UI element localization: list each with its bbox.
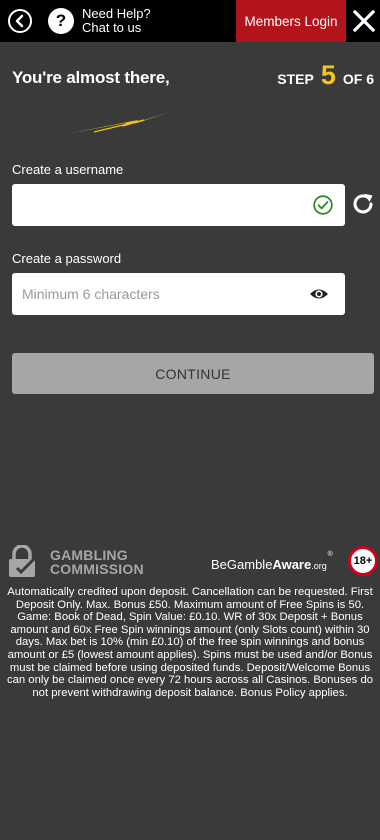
bga-org: .org: [311, 561, 327, 571]
top-bar: ? Need Help? Chat to us Members Login: [0, 0, 380, 42]
step-indicator: STEP 5 OF 6: [277, 60, 374, 91]
bga-part-3: Aware: [272, 557, 312, 572]
step-current: 5: [320, 60, 336, 90]
bga-part-2: Gamble: [226, 557, 273, 572]
continue-button[interactable]: CONTINUE: [12, 353, 374, 394]
username-label: Create a username: [12, 162, 124, 177]
help-chat-link[interactable]: Need Help? Chat to us: [82, 7, 151, 35]
password-label: Create a password: [12, 251, 122, 266]
username-input[interactable]: [12, 184, 345, 226]
age-restriction-badge: 18+: [348, 546, 378, 576]
back-button[interactable]: [8, 9, 32, 33]
begambleaware-logo: BeGambleAware.org ®: [211, 551, 333, 572]
eye-icon[interactable]: [309, 286, 329, 302]
step-prefix: STEP: [277, 71, 314, 87]
gambling-commission-logo: GAMBLING COMMISSION: [50, 548, 144, 576]
terms-text: Automatically credited upon deposit. Can…: [6, 586, 374, 699]
close-button[interactable]: [352, 9, 376, 33]
password-input[interactable]: [12, 273, 345, 315]
close-icon: [352, 9, 376, 33]
help-line-2: Chat to us: [82, 20, 142, 35]
help-line-1: Need Help?: [82, 6, 151, 21]
padlock-icon: [9, 545, 36, 577]
page-heading: You're almost there,: [12, 68, 170, 87]
bga-part-1: Be: [211, 557, 227, 572]
username-field-wrapper: [12, 184, 345, 226]
members-login-button[interactable]: Members Login: [236, 0, 346, 42]
password-field-wrapper: [12, 273, 345, 315]
check-circle-icon: [313, 195, 333, 215]
bga-registered: ®: [327, 551, 333, 558]
gc-line-1: GAMBLING: [50, 547, 128, 563]
refresh-icon[interactable]: [350, 191, 376, 217]
gc-line-2: COMMISSION: [50, 561, 144, 577]
lightning-bolt-icon: [66, 112, 170, 134]
help-icon[interactable]: ?: [48, 8, 74, 34]
step-suffix: OF 6: [342, 71, 374, 87]
back-arrow-icon: [15, 14, 24, 28]
